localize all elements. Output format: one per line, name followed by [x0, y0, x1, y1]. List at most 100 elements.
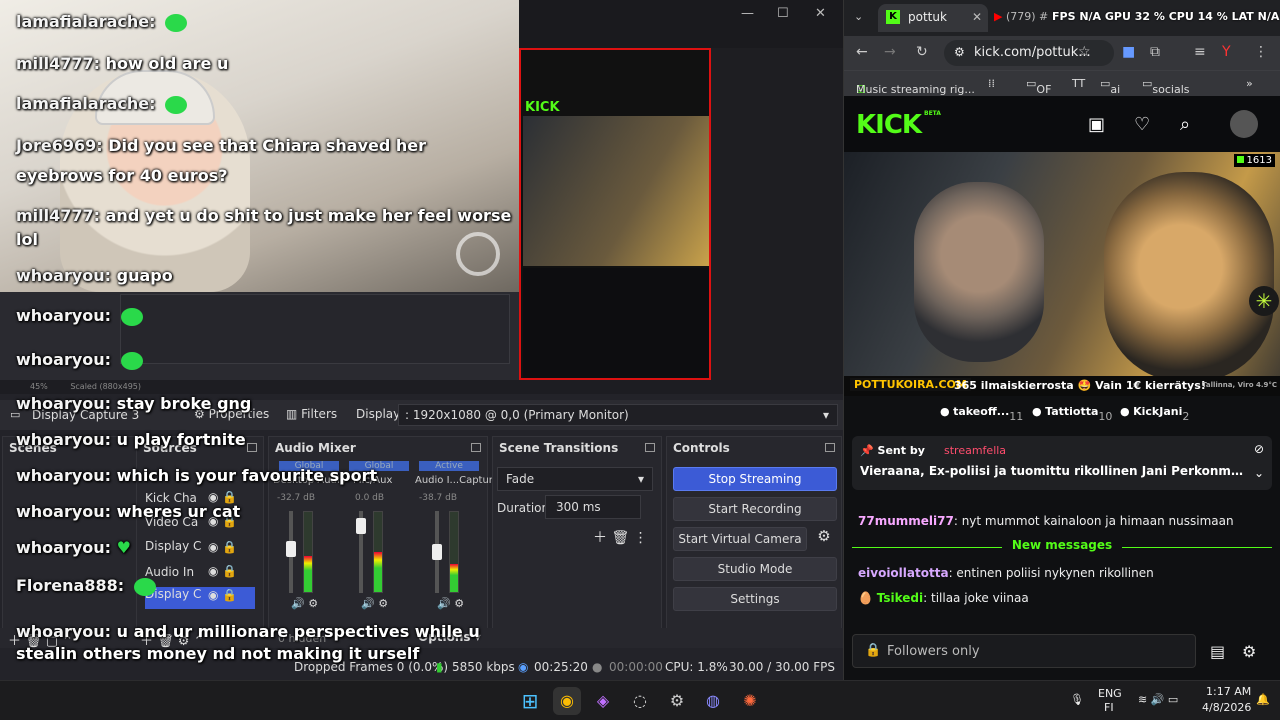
- bookmark-tt-icon[interactable]: TT: [1072, 77, 1085, 90]
- back-icon[interactable]: ←: [856, 44, 868, 60]
- bookmark-socials[interactable]: ▭ socials: [1142, 77, 1190, 96]
- top-gifters: ● takeoff... 11 ● Tattiotta 10 ● KickJan…: [844, 400, 1280, 424]
- eye-icon[interactable]: ◉ 🔒: [208, 564, 248, 584]
- speaker-icon[interactable]: 🔊 ⚙: [361, 597, 388, 610]
- overlay-chat-user: Florena888:: [16, 576, 130, 595]
- dock-popout-icon[interactable]: [471, 443, 481, 452]
- chat-username[interactable]: eivoiollatotta: [858, 566, 949, 580]
- media-control-icon[interactable]: ≡: [1194, 44, 1206, 60]
- kick-logo[interactable]: KICK: [856, 110, 922, 140]
- fader-knob[interactable]: [356, 517, 366, 534]
- overlay-chat-line: whoaryou: guapo: [16, 266, 173, 285]
- site-info-icon[interactable]: ⚙: [954, 45, 965, 59]
- dock-popout-icon[interactable]: [825, 443, 835, 452]
- forward-icon[interactable]: →: [884, 44, 896, 60]
- mixer-tab[interactable]: Active: [419, 461, 479, 471]
- signal-icon: ▮: [436, 660, 443, 674]
- notification-icon[interactable]: 🔔: [1256, 693, 1270, 706]
- input-language[interactable]: ENG: [1098, 687, 1122, 700]
- store-icon[interactable]: ▤: [1210, 642, 1225, 661]
- extensions-puzzle-icon[interactable]: ⧉: [1150, 44, 1160, 60]
- close-tab-icon[interactable]: ✕: [972, 10, 982, 24]
- chrome-icon[interactable]: ◉: [553, 687, 581, 715]
- app-icon[interactable]: ◌: [626, 687, 654, 715]
- display-select[interactable]: : 1920x1080 @ 0,0 (Primary Monitor) ▾: [398, 404, 838, 426]
- start-recording-button[interactable]: Start Recording: [673, 497, 837, 521]
- input-region[interactable]: FI: [1104, 701, 1114, 714]
- obs-icon[interactable]: ◍: [699, 687, 727, 715]
- emote-wheel-icon[interactable]: ✳: [1249, 286, 1279, 316]
- virtual-camera-settings-icon[interactable]: ⚙: [811, 527, 837, 551]
- url-text: kick.com/pottuk...: [974, 45, 1091, 60]
- new-messages-divider: New messages: [852, 538, 1272, 556]
- dock-popout-icon[interactable]: [645, 443, 655, 452]
- more-bookmarks-icon[interactable]: »: [1246, 77, 1253, 90]
- transition-select[interactable]: Fade ▾: [497, 467, 653, 491]
- gifter-item[interactable]: ● takeoff... 11: [940, 405, 1023, 423]
- bookmark-label: OF: [1036, 83, 1052, 96]
- fader-knob[interactable]: [286, 540, 296, 557]
- chat-settings-icon[interactable]: ⚙: [1242, 642, 1256, 661]
- tab-youtube[interactable]: ▶ (779) #: [994, 10, 1048, 23]
- avatar[interactable]: [1230, 110, 1258, 138]
- stream-video[interactable]: 1613 ✳ POTTUKOIRA.COM 365 ilmaiskierrost…: [844, 152, 1280, 396]
- scene-transitions-dock: Scene Transitions Fade ▾ Duration 300 ms …: [492, 436, 662, 646]
- settings-app-icon[interactable]: ⚙: [663, 687, 691, 715]
- bookmark-of[interactable]: ▭ OF: [1026, 77, 1051, 96]
- dock-popout-icon[interactable]: [247, 443, 257, 452]
- wifi-icon[interactable]: ≋ 🔊 ▭: [1138, 693, 1178, 706]
- badge-icon: 🥚: [858, 591, 873, 605]
- stop-streaming-button[interactable]: Stop Streaming: [673, 467, 837, 491]
- gifter-item[interactable]: ● Tattiotta 10: [1032, 405, 1112, 423]
- speaker-icon[interactable]: 🔊 ⚙: [291, 597, 318, 610]
- close-button[interactable]: ✕: [815, 6, 826, 21]
- app-icon[interactable]: ✺: [736, 687, 764, 715]
- search-icon[interactable]: ⌕: [1180, 114, 1190, 135]
- volume-fader[interactable]: [356, 511, 366, 593]
- pinned-user[interactable]: streamfella: [944, 444, 1006, 457]
- overlay-chat-user: mill4777:: [16, 206, 106, 225]
- gifter-item[interactable]: ● KickJani 2: [1120, 405, 1189, 423]
- tab-search-icon[interactable]: ⌄: [854, 10, 863, 23]
- studio-mode-button[interactable]: Studio Mode: [673, 557, 837, 581]
- expand-chevron-icon[interactable]: ⌄: [1254, 466, 1264, 480]
- unpin-icon[interactable]: ⊘: [1254, 442, 1264, 456]
- add-transition-icon[interactable]: ＋ 🗑 ⋮: [593, 527, 648, 547]
- cpu-usage: CPU: 1.8%: [665, 660, 728, 674]
- eye-icon[interactable]: ◉ 🔒: [208, 540, 248, 560]
- duration-input[interactable]: 300 ms: [545, 495, 641, 519]
- extension-icon[interactable]: ■: [1122, 44, 1135, 60]
- volume-fader[interactable]: [432, 511, 442, 593]
- bookmark-ai[interactable]: ▭ ai: [1100, 77, 1120, 96]
- minimize-button[interactable]: —: [741, 6, 754, 21]
- fader-knob[interactable]: [432, 544, 442, 560]
- clock-date[interactable]: 4/8/2026: [1202, 701, 1251, 714]
- maximize-button[interactable]: ☐: [777, 6, 789, 21]
- chevron-down-icon: ▾: [637, 472, 644, 486]
- filters-button[interactable]: ▥ Filters: [278, 404, 345, 426]
- profile-icon[interactable]: Y: [1222, 44, 1231, 60]
- chat-username[interactable]: Tsikedi: [877, 591, 923, 605]
- chat-username[interactable]: 77mummeli77: [858, 514, 954, 528]
- clock-time[interactable]: 1:17 AM: [1206, 685, 1251, 698]
- overlay-chat-line: whoaryou: u play fortnite: [16, 430, 246, 449]
- stream-ticker: POTTUKOIRA.COM 365 ilmaiskierrosta 🤩 Vai…: [844, 376, 1280, 396]
- lamp-icon: [456, 232, 500, 276]
- browse-icon[interactable]: ▣: [1088, 114, 1105, 135]
- windows-start-icon[interactable]: ⊞: [516, 687, 544, 715]
- bookmark-star-icon[interactable]: ☆: [1078, 44, 1091, 60]
- menu-icon[interactable]: ⋮: [1254, 44, 1268, 60]
- mic-icon[interactable]: 🎙: [1070, 693, 1084, 706]
- app-icon[interactable]: ◈: [589, 687, 617, 715]
- speaker-icon[interactable]: 🔊 ⚙: [437, 597, 464, 610]
- apps-grid-icon[interactable]: ⁞⁞: [988, 77, 995, 90]
- volume-fader[interactable]: [286, 511, 296, 593]
- tab-kick[interactable]: K pottuk ✕: [878, 4, 988, 32]
- eye-icon[interactable]: ◉ 🔒: [208, 588, 248, 608]
- settings-button[interactable]: Settings: [673, 587, 837, 611]
- overlay-chat-text: how old are u: [105, 54, 229, 73]
- following-heart-icon[interactable]: ♡: [1134, 114, 1150, 135]
- start-virtual-camera-button[interactable]: Start Virtual Camera: [673, 527, 807, 551]
- reload-icon[interactable]: ↻: [916, 44, 928, 60]
- chat-input[interactable]: 🔒 Followers only: [852, 634, 1196, 668]
